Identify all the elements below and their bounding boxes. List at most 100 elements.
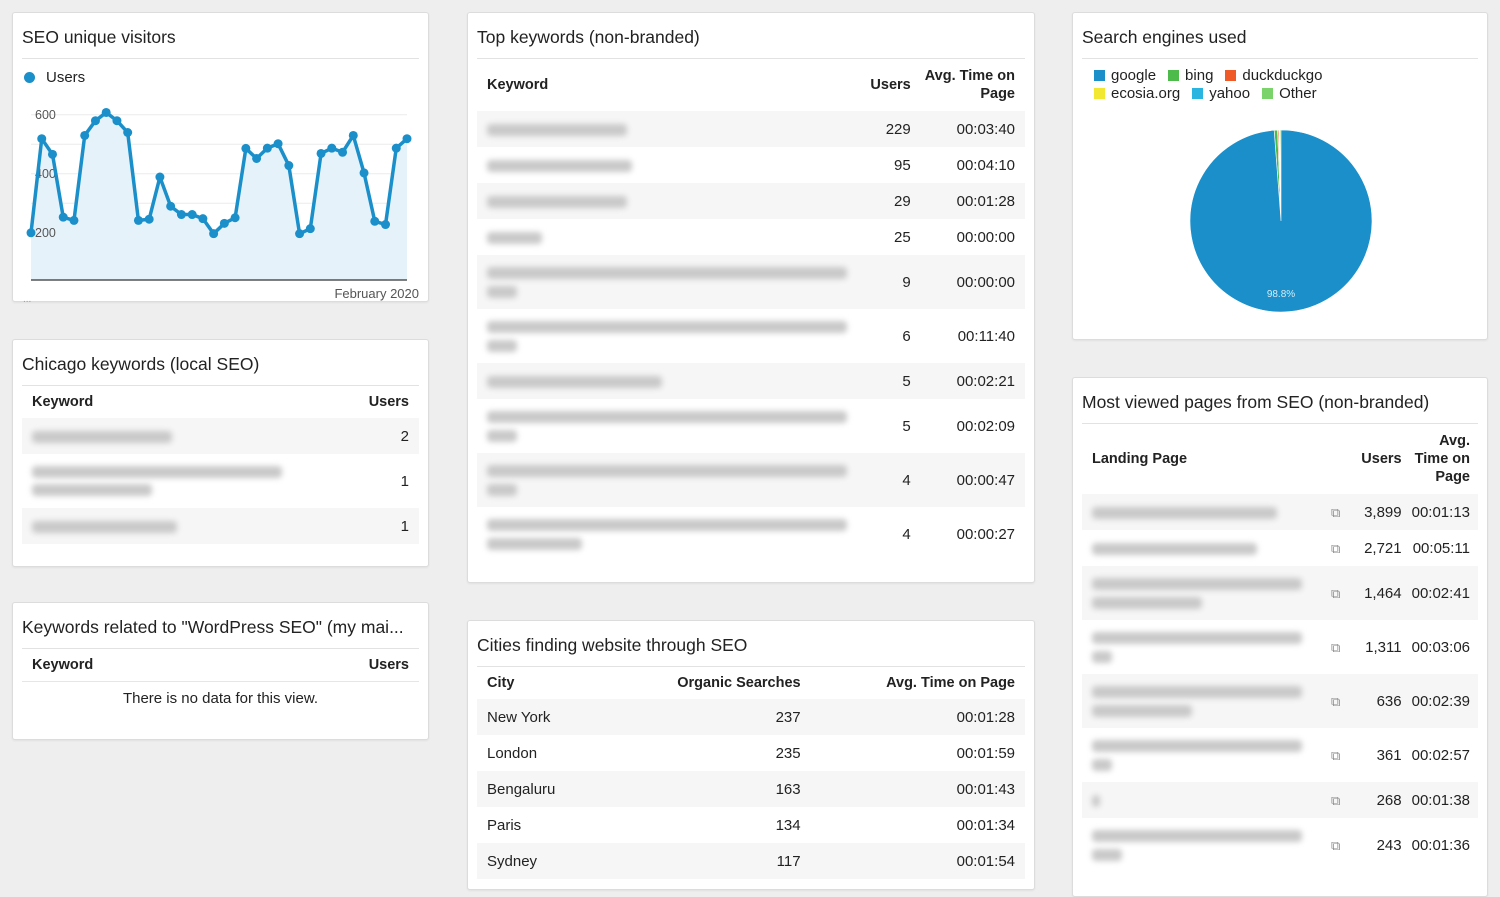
redacted-keyword — [32, 466, 282, 478]
data-point[interactable] — [219, 218, 229, 228]
table-row[interactable]: Sydney 117 00:01:54 — [477, 843, 1025, 879]
table-row[interactable]: 6 00:11:40 — [477, 309, 1025, 363]
legend-item-google[interactable]: google — [1094, 67, 1156, 84]
table-row[interactable]: ⧉ 3,899 00:01:13 — [1082, 494, 1478, 530]
avg-time-value: 00:00:00 — [914, 255, 1025, 309]
col-city[interactable]: City — [477, 667, 604, 699]
table-row[interactable]: 1 — [22, 454, 419, 508]
data-point[interactable] — [90, 116, 100, 126]
search-engines-pie-chart[interactable]: 98.8% — [1181, 121, 1381, 321]
open-link-icon[interactable]: ⧉ — [1331, 541, 1340, 556]
col-keyword[interactable]: Keyword — [477, 59, 857, 111]
users-value: 5 — [902, 417, 911, 435]
data-point[interactable] — [305, 224, 315, 234]
table-row[interactable]: ⧉ 1,311 00:03:06 — [1082, 620, 1478, 674]
open-link-icon[interactable]: ⧉ — [1331, 505, 1340, 520]
table-row[interactable]: 25 00:00:00 — [477, 219, 1025, 255]
table-row[interactable]: 5 00:02:09 — [477, 399, 1025, 453]
table-row[interactable]: 1 — [22, 508, 419, 544]
table-row[interactable]: 2 — [22, 418, 419, 454]
table-row[interactable]: 9 00:00:00 — [477, 255, 1025, 309]
col-avg-time[interactable]: Avg. Time on Page — [915, 59, 1025, 111]
legend-swatch-icon — [1225, 70, 1237, 81]
data-point[interactable] — [348, 130, 358, 140]
data-point[interactable] — [112, 116, 122, 126]
col-keyword[interactable]: Keyword — [22, 386, 347, 418]
col-users[interactable]: Users — [857, 59, 915, 111]
legend-item-duckduckgo[interactable]: duckduckgo — [1225, 67, 1322, 84]
open-link-icon[interactable]: ⧉ — [1331, 586, 1340, 601]
data-point[interactable] — [144, 214, 154, 224]
col-avg-time[interactable]: Avg. Time on Page — [1408, 424, 1478, 494]
data-point[interactable] — [47, 149, 57, 159]
data-point[interactable] — [284, 161, 294, 171]
data-point[interactable] — [295, 229, 305, 239]
open-link-icon[interactable]: ⧉ — [1331, 640, 1340, 655]
data-point[interactable] — [327, 143, 337, 153]
legend-item-bing[interactable]: bing — [1168, 67, 1213, 84]
open-link-icon[interactable]: ⧉ — [1331, 694, 1340, 709]
data-point[interactable] — [37, 134, 47, 144]
data-point[interactable] — [338, 147, 348, 157]
data-point[interactable] — [359, 168, 369, 178]
data-point[interactable] — [391, 143, 401, 153]
data-point[interactable] — [381, 220, 391, 230]
table-row[interactable]: 5 00:02:21 — [477, 363, 1025, 399]
data-point[interactable] — [370, 216, 380, 226]
organic-searches-value: 163 — [604, 771, 811, 807]
visitors-line-chart[interactable]: 200400600February 2020... — [21, 95, 421, 305]
table-row[interactable]: 229 00:03:40 — [477, 111, 1025, 147]
legend-swatch-icon — [1262, 88, 1274, 99]
col-users[interactable]: Users — [1348, 424, 1408, 494]
data-point[interactable] — [198, 214, 208, 224]
data-point[interactable] — [316, 148, 326, 158]
table-row[interactable]: 95 00:04:10 — [477, 147, 1025, 183]
data-point[interactable] — [123, 128, 133, 137]
data-point[interactable] — [241, 143, 251, 153]
data-point[interactable] — [209, 229, 219, 239]
legend-item-ecosiaorg[interactable]: ecosia.org — [1094, 85, 1180, 102]
users-value: 4 — [902, 525, 911, 543]
data-point[interactable] — [155, 172, 165, 182]
col-keyword[interactable]: Keyword — [22, 649, 250, 682]
table-row[interactable]: London 235 00:01:59 — [477, 735, 1025, 771]
col-users[interactable]: Users — [347, 386, 420, 418]
data-point[interactable] — [58, 212, 68, 222]
data-point[interactable] — [262, 143, 272, 153]
table-row[interactable]: ⧉ 243 00:01:36 — [1082, 818, 1478, 872]
data-point[interactable] — [252, 153, 262, 163]
data-point[interactable] — [133, 215, 143, 225]
col-organic-searches[interactable]: Organic Searches — [604, 667, 810, 699]
table-row[interactable]: Bengaluru 163 00:01:43 — [477, 771, 1025, 807]
col-avg-time[interactable]: Avg. Time on Page — [811, 667, 1025, 699]
legend-item-other[interactable]: Other — [1262, 85, 1317, 102]
table-row[interactable]: Paris 134 00:01:34 — [477, 807, 1025, 843]
data-point[interactable] — [187, 210, 197, 220]
col-users[interactable]: Users — [250, 649, 419, 682]
table-row[interactable]: ⧉ 268 00:01:38 — [1082, 782, 1478, 818]
table-row[interactable]: ⧉ 361 00:02:57 — [1082, 728, 1478, 782]
table-row[interactable]: ⧉ 2,721 00:05:11 — [1082, 530, 1478, 566]
more-ellipsis[interactable]: ... — [23, 294, 31, 305]
data-point[interactable] — [80, 130, 90, 140]
data-point[interactable] — [230, 213, 240, 223]
data-point[interactable] — [69, 215, 79, 225]
data-point[interactable] — [273, 139, 283, 149]
data-point[interactable] — [101, 107, 111, 117]
legend-item-yahoo[interactable]: yahoo — [1192, 85, 1250, 102]
open-link-icon[interactable]: ⧉ — [1331, 748, 1340, 763]
table-row[interactable]: 29 00:01:28 — [477, 183, 1025, 219]
table-row[interactable]: New York 237 00:01:28 — [477, 699, 1025, 735]
data-point[interactable] — [402, 134, 412, 144]
data-point[interactable] — [166, 201, 176, 211]
open-link-icon[interactable]: ⧉ — [1331, 793, 1340, 808]
open-link-icon[interactable]: ⧉ — [1331, 838, 1340, 853]
col-landing-page[interactable]: Landing Page — [1082, 424, 1324, 494]
table-row[interactable]: 4 00:00:27 — [477, 507, 1025, 561]
pie-slice-google[interactable] — [1189, 129, 1373, 313]
data-point[interactable] — [26, 228, 36, 238]
table-row[interactable]: ⧉ 1,464 00:02:41 — [1082, 566, 1478, 620]
data-point[interactable] — [176, 210, 186, 220]
table-row[interactable]: 4 00:00:47 — [477, 453, 1025, 507]
table-row[interactable]: ⧉ 636 00:02:39 — [1082, 674, 1478, 728]
